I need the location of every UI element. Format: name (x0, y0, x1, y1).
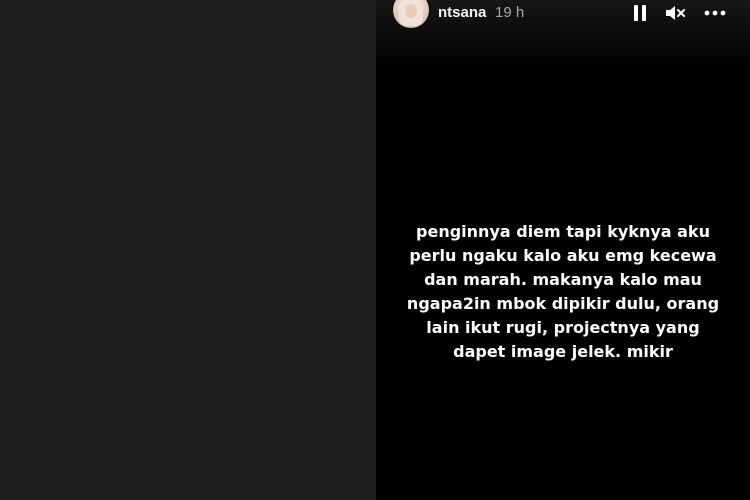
backdrop-left (0, 0, 376, 500)
pause-button[interactable] (629, 2, 651, 24)
story-header: ntsana 19 h (376, 0, 750, 28)
story-viewer[interactable]: ntsana 19 h penginnya diem tapi kyknya a… (376, 0, 750, 500)
more-horizontal-icon (704, 10, 726, 16)
username[interactable]: ntsana (438, 4, 486, 21)
more-options-button[interactable] (703, 2, 727, 24)
pause-icon (634, 5, 646, 21)
speaker-muted-icon (666, 6, 685, 20)
timestamp: 19 h (495, 4, 525, 21)
avatar[interactable] (393, 0, 429, 28)
mute-button[interactable] (664, 2, 686, 24)
avatar-face (405, 4, 417, 18)
story-caption: penginnya diem tapi kyknya aku perlu nga… (406, 222, 720, 361)
